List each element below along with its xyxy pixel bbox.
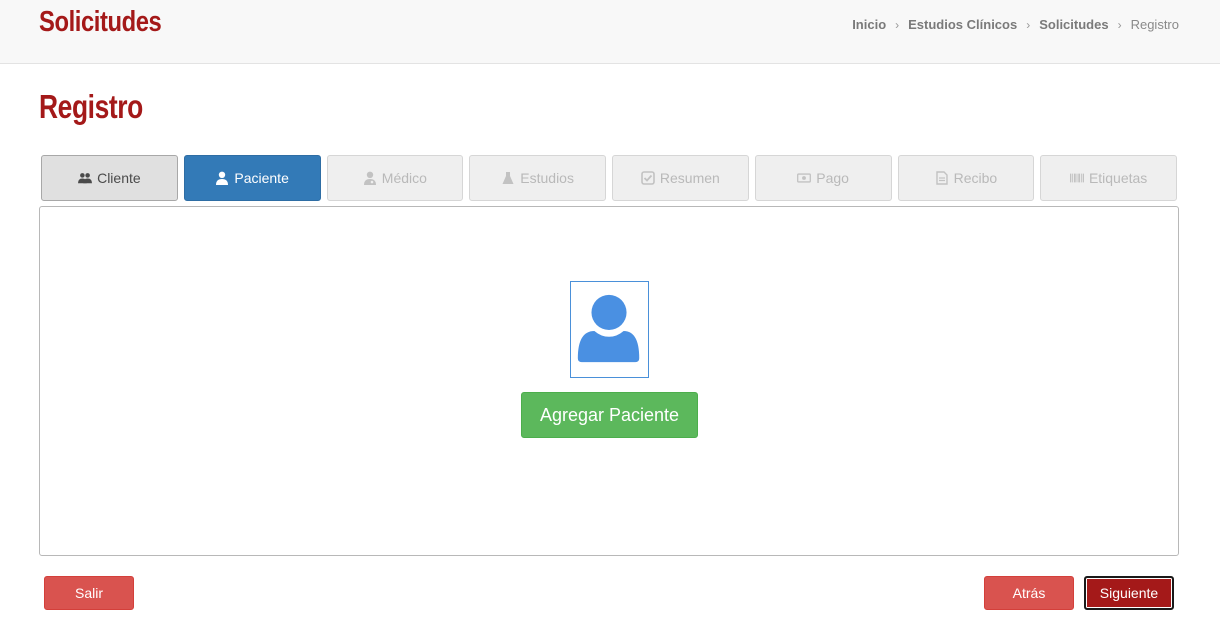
tab-label: Resumen (659, 170, 720, 186)
tab-label: Cliente (97, 170, 141, 186)
wizard-tabs: Cliente Paciente Médico Estudios Resumen… (41, 155, 1177, 201)
breadcrumb-solicitudes[interactable]: Solicitudes (1039, 17, 1108, 32)
chevron-right-icon: › (895, 17, 900, 32)
check-square-icon (641, 171, 655, 185)
money-icon (797, 173, 812, 183)
breadcrumb-estudios-clinicos[interactable]: Estudios Clínicos (908, 17, 1017, 32)
tab-resumen[interactable]: Resumen (612, 155, 749, 201)
chevron-right-icon: › (1026, 17, 1031, 32)
user-icon (216, 171, 229, 185)
tab-pago[interactable]: Pago (754, 155, 892, 201)
exit-button[interactable]: Salir (44, 576, 134, 610)
next-button[interactable]: Siguiente (1084, 576, 1174, 610)
tab-label: Pago (816, 170, 849, 186)
file-text-icon (935, 171, 948, 185)
breadcrumb-inicio[interactable]: Inicio (852, 17, 886, 32)
tab-label: Etiquetas (1088, 170, 1148, 186)
back-button[interactable]: Atrás (984, 576, 1074, 610)
user-avatar-icon (577, 294, 640, 363)
tab-label: Médico (381, 170, 427, 186)
user-md-icon (363, 171, 376, 185)
add-patient-button[interactable]: Agregar Paciente (521, 392, 698, 438)
tab-paciente[interactable]: Paciente (183, 155, 321, 201)
tab-medico[interactable]: Médico (326, 155, 464, 201)
tab-cliente[interactable]: Cliente (41, 155, 178, 201)
page-title: Registro (39, 88, 143, 125)
chevron-right-icon: › (1117, 17, 1122, 32)
flask-icon (502, 172, 514, 184)
top-header: Solicitudes Inicio › Estudios Clínicos ›… (0, 0, 1220, 64)
patient-avatar (570, 281, 649, 378)
tab-estudios[interactable]: Estudios (469, 155, 606, 201)
tab-etiquetas[interactable]: Etiquetas (1040, 155, 1177, 201)
breadcrumb-registro: Registro (1130, 17, 1179, 32)
users-icon (78, 173, 93, 184)
tab-label: Recibo (953, 170, 998, 186)
tab-label: Paciente (234, 170, 289, 186)
breadcrumb: Inicio › Estudios Clínicos › Solicitudes… (852, 17, 1179, 32)
tab-recibo[interactable]: Recibo (897, 155, 1035, 201)
app-title: Solicitudes (39, 6, 162, 38)
patient-panel: Agregar Paciente (39, 206, 1179, 556)
barcode-icon (1069, 173, 1084, 183)
tab-label: Estudios (520, 170, 574, 186)
